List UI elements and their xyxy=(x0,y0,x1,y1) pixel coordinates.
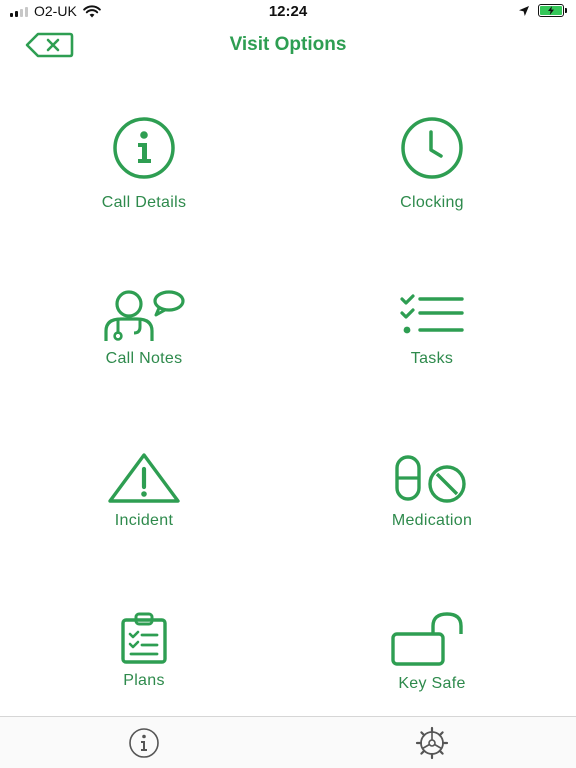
battery-fill xyxy=(540,6,562,15)
tab-settings[interactable] xyxy=(415,726,449,760)
location-arrow-icon xyxy=(519,5,529,16)
clocking-label: Clocking xyxy=(400,194,464,211)
clocking-option[interactable]: Clocking xyxy=(332,116,532,212)
info-icon xyxy=(129,728,159,758)
plans-label: Plans xyxy=(123,672,165,689)
tab-info[interactable] xyxy=(127,726,161,760)
clock-icon xyxy=(401,117,463,179)
checklist-icon xyxy=(400,294,464,334)
incident-option[interactable]: Incident xyxy=(44,446,244,530)
medication-option[interactable]: Medication xyxy=(332,446,532,530)
call-details-label: Call Details xyxy=(101,194,187,211)
info-circle-icon xyxy=(113,117,175,179)
charging-bolt-icon xyxy=(548,6,554,15)
tab-bar xyxy=(0,716,576,768)
tasks-label: Tasks xyxy=(410,350,454,367)
call-notes-label: Call Notes xyxy=(105,350,183,367)
warning-triangle-icon xyxy=(108,453,180,503)
clipboard-icon xyxy=(121,612,167,664)
key-safe-label: Key Safe xyxy=(398,675,466,692)
key-safe-option[interactable]: Key Safe xyxy=(332,606,532,693)
status-time: 12:24 xyxy=(268,3,308,20)
unlocked-padlock-icon xyxy=(391,612,463,666)
medication-label: Medication xyxy=(391,512,473,529)
page-title: Visit Options xyxy=(229,34,347,55)
people-speech-icon xyxy=(104,290,185,341)
pill-icon xyxy=(395,455,466,503)
incident-label: Incident xyxy=(114,512,174,529)
call-details-option[interactable]: Call Details xyxy=(44,116,244,212)
battery-icon xyxy=(538,4,567,17)
call-notes-option[interactable]: Call Notes xyxy=(44,284,244,368)
plans-option[interactable]: Plans xyxy=(44,606,244,690)
tasks-option[interactable]: Tasks xyxy=(332,284,532,368)
status-right xyxy=(518,4,567,17)
nav-bar: Visit Options xyxy=(0,24,576,68)
settings-wheel-icon xyxy=(415,726,449,760)
status-bar: O2-UK 12:24 xyxy=(0,0,576,24)
